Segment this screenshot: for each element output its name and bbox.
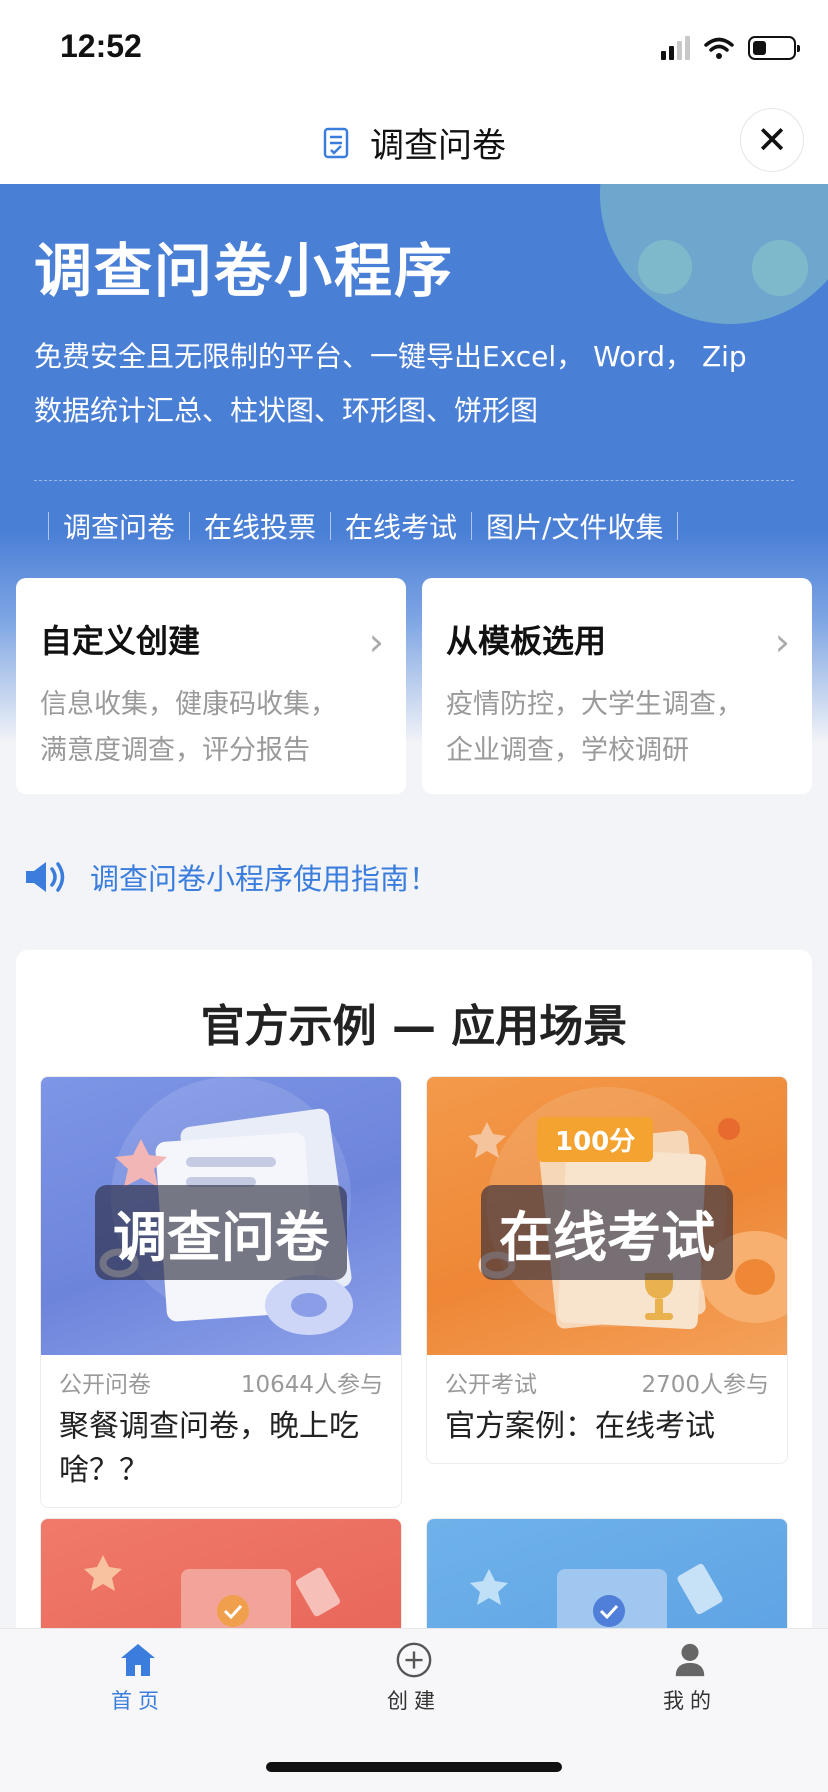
case-cover: 100分 在线考试 <box>427 1077 787 1355</box>
card-description-line: 企业调查，学校调研 <box>446 735 689 766</box>
showcase-title: 官方示例 — 应用场景 <box>200 1001 628 1052</box>
card-description-line: 满意度调查，评分报告 <box>40 735 310 766</box>
questionnaire-icon <box>323 127 349 158</box>
case-card-partial[interactable] <box>40 1518 402 1638</box>
card-description-line: 疫情防控，大学生调查， <box>446 689 743 720</box>
home-icon <box>121 1644 155 1676</box>
user-icon <box>675 1643 705 1677</box>
case-type: 公开考试 <box>445 1372 537 1398</box>
case-title: 官方案例：在线考试 <box>445 1409 715 1444</box>
checkmark-illustration <box>84 1555 341 1637</box>
tag-separator <box>48 512 49 540</box>
custom-create-card[interactable]: 自定义创建 › 信息收集，健康码收集， 满意度调查，评分报告 <box>16 578 406 794</box>
chevron-right-icon: › <box>368 620 384 664</box>
hero-description: 免费安全且无限制的平台、一键导出Excel， Word， Zip 数据统计汇总、… <box>34 330 794 438</box>
score-badge-text: 100分 <box>555 1127 636 1157</box>
page-title: 调查问卷 <box>370 126 506 166</box>
close-button[interactable]: ✕ <box>740 108 804 172</box>
hero-title: 调查问卷小程序 <box>34 237 455 305</box>
decor-bubble <box>752 240 808 296</box>
chevron-right-icon: › <box>774 620 790 664</box>
title-bar: 调查问卷 ✕ <box>0 96 828 184</box>
feature-tags: 调查问卷 在线投票 在线考试 图片/文件收集 <box>34 506 692 546</box>
case-participants: 2700人参与 <box>641 1372 769 1398</box>
template-select-card[interactable]: 从模板选用 › 疫情防控，大学生调查， 企业调查，学校调研 <box>422 578 812 794</box>
tag-survey[interactable]: 调查问卷 <box>63 506 175 546</box>
tab-label: 创建 <box>387 1689 441 1713</box>
card-description-line: 信息收集，健康码收集， <box>40 689 337 720</box>
score-badge: 100分 <box>537 1117 654 1162</box>
case-participants: 10644人参与 <box>240 1372 383 1398</box>
tab-label: 首页 <box>111 1689 165 1713</box>
close-icon: ✕ <box>756 118 788 162</box>
case-card-exam[interactable]: 100分 在线考试 公开考试 2700人参与 官方案例：在线考试 <box>426 1076 788 1464</box>
case-cover: 调查问卷 <box>41 1077 401 1355</box>
status-time: 12:52 <box>60 28 142 64</box>
plus-circle-icon <box>396 1642 432 1678</box>
card-title: 自定义创建 <box>40 622 201 660</box>
case-meta: 公开考试 2700人参与 <box>427 1355 787 1399</box>
cover-label: 调查问卷 <box>95 1185 347 1280</box>
cover-label: 在线考试 <box>481 1185 733 1280</box>
case-cover <box>427 1519 787 1637</box>
case-card-survey[interactable]: 调查问卷 公开问卷 10644人参与 聚餐调查问卷，晚上吃啥？？ <box>40 1076 402 1508</box>
guide-link[interactable]: 调查问卷小程序使用指南！ <box>90 856 438 898</box>
card-description: 信息收集，健康码收集， 满意度调查，评分报告 <box>40 682 382 774</box>
card-description: 疫情防控，大学生调查， 企业调查，学校调研 <box>446 682 788 774</box>
status-icons <box>661 36 800 60</box>
tab-mine[interactable]: 我的 <box>630 1641 750 1715</box>
wifi-icon <box>704 37 734 59</box>
tag-separator <box>189 512 191 540</box>
case-meta: 公开问卷 10644人参与 <box>41 1355 401 1399</box>
guide-notice[interactable]: 调查问卷小程序使用指南！ <box>24 856 438 898</box>
case-title: 聚餐调查问卷，晚上吃啥？？ <box>59 1409 359 1488</box>
home-indicator <box>266 1762 562 1772</box>
tag-separator <box>471 512 473 540</box>
case-cover <box>41 1519 401 1637</box>
speaker-icon <box>26 862 65 892</box>
tag-separator <box>330 512 332 540</box>
decor-bubble <box>638 240 692 294</box>
tab-home[interactable]: 首页 <box>78 1641 198 1715</box>
tag-vote[interactable]: 在线投票 <box>204 506 316 546</box>
checkmark-illustration <box>470 1563 723 1637</box>
hero-description-line: 免费安全且无限制的平台、一键导出Excel， Word， Zip <box>34 340 747 373</box>
card-title: 从模板选用 <box>446 622 607 660</box>
tag-exam[interactable]: 在线考试 <box>345 506 457 546</box>
tab-create[interactable]: 创建 <box>354 1641 474 1715</box>
tag-file-collect[interactable]: 图片/文件收集 <box>486 506 663 546</box>
hero-description-line: 数据统计汇总、柱状图、环形图、饼形图 <box>34 394 539 427</box>
battery-icon <box>748 36 800 60</box>
tab-label: 我的 <box>663 1689 717 1713</box>
case-type: 公开问卷 <box>59 1372 151 1398</box>
status-bar: 12:52 <box>0 0 828 96</box>
divider <box>34 480 794 481</box>
case-card-partial[interactable] <box>426 1518 788 1638</box>
tag-separator <box>677 512 679 540</box>
cellular-signal-icon <box>661 36 690 60</box>
